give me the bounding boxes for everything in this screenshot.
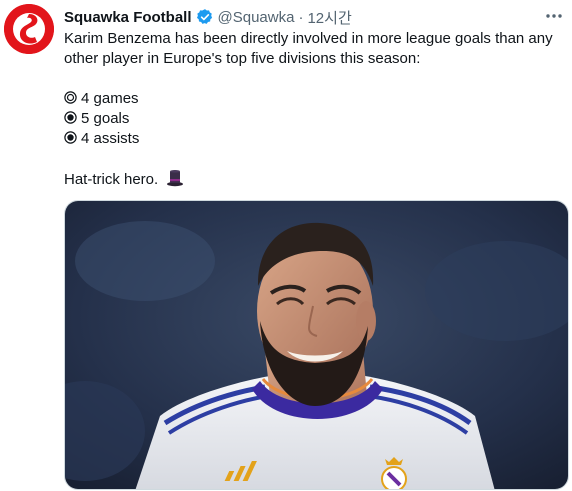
avatar[interactable] [4, 4, 54, 54]
tweet-photo[interactable] [64, 200, 569, 490]
stat-text: 5 goals [81, 110, 130, 127]
squawka-logo-icon [4, 4, 54, 54]
more-options-button[interactable] [542, 6, 566, 26]
timestamp[interactable]: 12시간 [307, 7, 351, 28]
stat-text: 4 assists [81, 130, 140, 147]
verified-badge-icon [196, 8, 214, 26]
stat-text: 4 games [81, 90, 139, 107]
tweet-header: Squawka Football @Squawka · 12시간 [64, 6, 352, 28]
tweet-text: Karim Benzema has been directly involved… [64, 29, 564, 189]
radio-button-icon [64, 111, 77, 124]
top-hat-icon [167, 170, 184, 187]
ellipsis-icon [546, 14, 562, 18]
closing-line: Hat-trick hero. [64, 169, 564, 189]
tweet-text-line: Karim Benzema has been directly involved… [64, 30, 553, 47]
tweet: Squawka Football @Squawka · 12시간 Karim B… [0, 0, 572, 491]
tweet-text-line: other player in Europe's top five divisi… [64, 50, 421, 67]
closing-text: Hat-trick hero. [64, 171, 159, 188]
photo-footballer-image [65, 201, 568, 489]
author-handle[interactable]: @Squawka [218, 9, 295, 26]
radio-button-icon [64, 131, 77, 144]
author-name[interactable]: Squawka Football [64, 9, 192, 26]
concentric-circle-icon [64, 91, 77, 104]
stat-line: 4 assists [64, 129, 564, 149]
stat-line: 5 goals [64, 109, 564, 129]
separator-dot: · [298, 8, 304, 26]
stat-line: 4 games [64, 89, 564, 109]
